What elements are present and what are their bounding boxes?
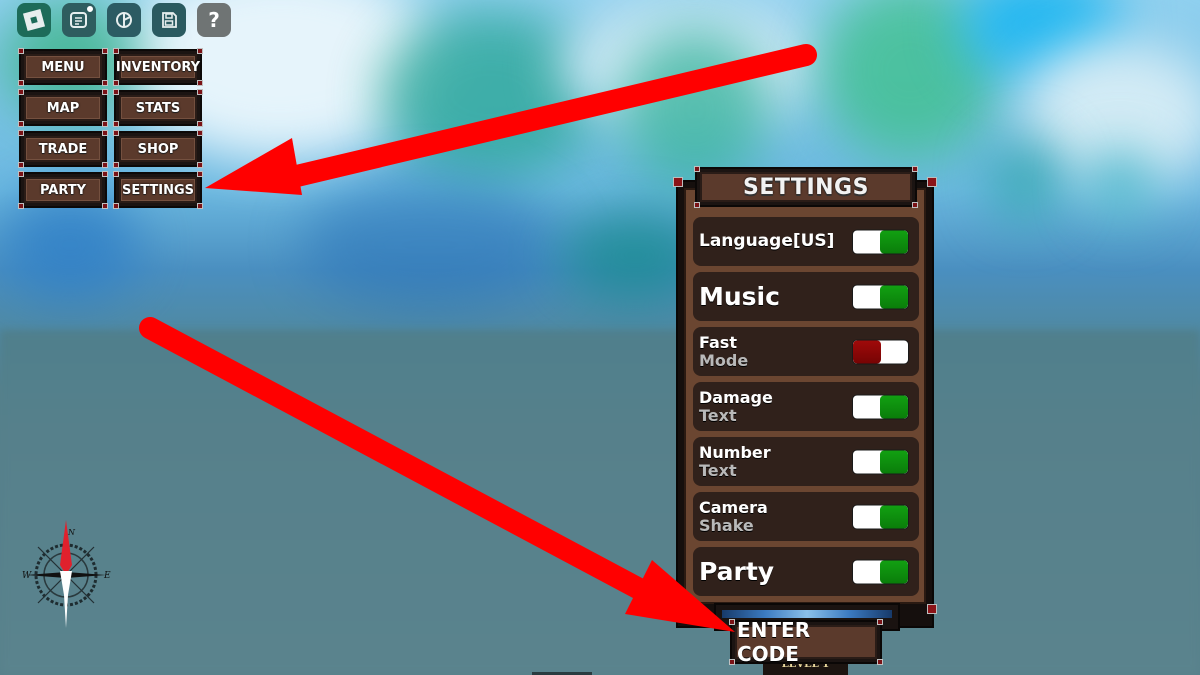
stats-button-label: STATS xyxy=(119,95,197,121)
enter-code-button[interactable]: ENTER CODE xyxy=(729,618,883,666)
help-icon: ? xyxy=(208,8,220,32)
setting-label: Damage Text xyxy=(699,387,773,425)
settings-button-label: SETTINGS xyxy=(119,177,197,203)
party-button[interactable]: PARTY xyxy=(18,171,108,209)
map-button[interactable]: MAP xyxy=(18,89,108,127)
compass-n: N xyxy=(67,528,76,537)
setting-label: Number Text xyxy=(699,442,771,480)
roblox-logo-icon xyxy=(22,8,46,32)
setting-row-camera-shake: Camera Shake xyxy=(693,492,919,541)
party-button-label: PARTY xyxy=(24,177,102,203)
save-icon xyxy=(162,12,177,28)
compass-e: E xyxy=(103,571,111,581)
setting-label: Camera Shake xyxy=(699,497,768,535)
shop-button-label: SHOP xyxy=(119,136,197,162)
shop-button[interactable]: SHOP xyxy=(113,130,203,168)
party-toggle[interactable] xyxy=(852,559,909,584)
setting-row-fast-mode: Fast Mode xyxy=(693,327,919,376)
roblox-topbar: ? xyxy=(17,3,231,37)
settings-list: Language[US] Music Fast Mode Damage Text… xyxy=(693,217,919,602)
setting-row-damage-text: Damage Text xyxy=(693,382,919,431)
roblox-menu-button[interactable] xyxy=(17,3,51,37)
emotes-button[interactable] xyxy=(107,3,141,37)
setting-label: Party xyxy=(699,556,775,586)
damage-text-toggle[interactable] xyxy=(852,394,909,419)
save-button[interactable] xyxy=(152,3,186,37)
compass-icon: W E N xyxy=(22,520,111,628)
trade-button[interactable]: TRADE xyxy=(18,130,108,168)
setting-label: Music xyxy=(699,281,780,311)
game-menu: MENU INVENTORY MAP STATS TRADE SHOP PART… xyxy=(18,48,203,209)
help-button[interactable]: ? xyxy=(197,3,231,37)
camera-shake-toggle[interactable] xyxy=(852,504,909,529)
fast-mode-toggle[interactable] xyxy=(852,339,909,364)
setting-row-number-text: Number Text xyxy=(693,437,919,486)
language-toggle[interactable] xyxy=(852,229,909,254)
setting-row-party: Party xyxy=(693,547,919,596)
compass-w: W xyxy=(22,571,32,581)
menu-button-label: MENU xyxy=(24,54,102,80)
trade-button-label: TRADE xyxy=(24,136,102,162)
inventory-button[interactable]: INVENTORY xyxy=(113,48,203,86)
setting-row-language: Language[US] xyxy=(693,217,919,266)
emote-icon xyxy=(116,12,132,28)
enter-code-label: ENTER CODE xyxy=(735,618,877,666)
settings-title: SETTINGS xyxy=(700,172,912,202)
settings-button[interactable]: SETTINGS xyxy=(113,171,203,209)
stats-button[interactable]: STATS xyxy=(113,89,203,127)
number-text-toggle[interactable] xyxy=(852,449,909,474)
inventory-button-label: INVENTORY xyxy=(116,54,200,80)
menu-button[interactable]: MENU xyxy=(18,48,108,86)
code-glow xyxy=(722,610,892,618)
music-toggle[interactable] xyxy=(852,284,909,309)
setting-label: Fast Mode xyxy=(699,332,749,370)
setting-row-music: Music xyxy=(693,272,919,321)
map-button-label: MAP xyxy=(24,95,102,121)
notification-dot xyxy=(85,4,95,14)
setting-label: Language[US] xyxy=(699,231,835,252)
settings-title-bar: SETTINGS xyxy=(694,166,918,208)
chat-button[interactable] xyxy=(62,3,96,37)
